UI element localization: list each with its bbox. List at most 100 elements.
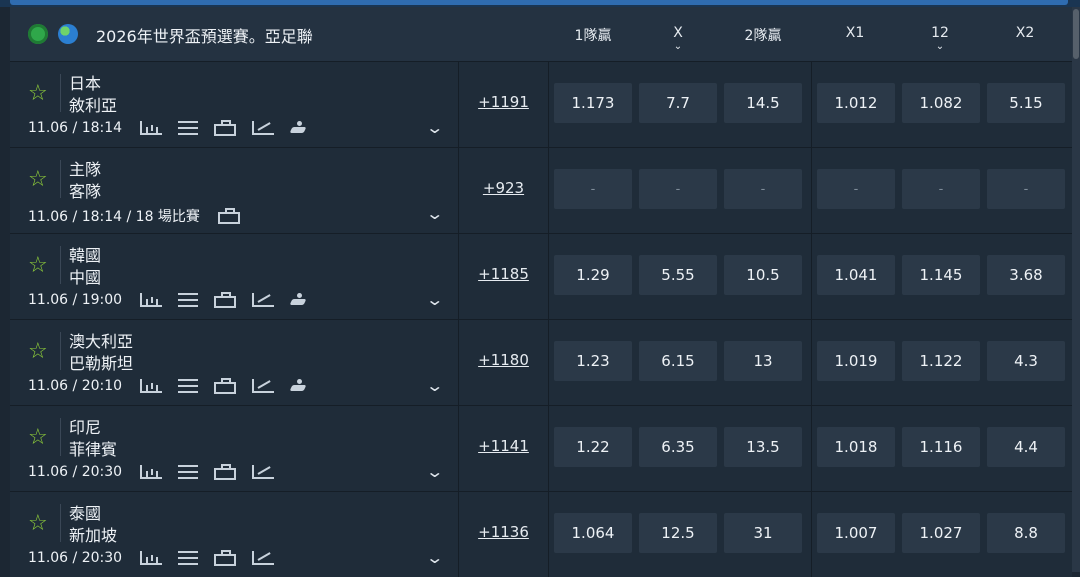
player-icon[interactable]	[290, 293, 306, 307]
match-row[interactable]: ☆ 主隊 客隊 11.06 / 18:14 / 18 場比賽 ⌄ +923 --…	[10, 147, 1072, 233]
col-home-win[interactable]: 1隊贏	[563, 25, 623, 45]
home-team[interactable]: 泰國	[69, 500, 101, 524]
trend-icon[interactable]	[252, 293, 275, 307]
odd-button[interactable]: 1.007	[817, 513, 895, 553]
odd-button[interactable]: 1.027	[902, 513, 980, 553]
away-team[interactable]: 中國	[69, 264, 101, 288]
odd-button[interactable]: 8.8	[987, 513, 1065, 553]
scrollbar[interactable]	[1072, 7, 1080, 572]
star-icon[interactable]: ☆	[28, 253, 48, 278]
more-markets-link[interactable]: +1136	[459, 523, 548, 541]
stats-icon[interactable]	[140, 465, 163, 479]
match-row[interactable]: ☆ 日本 敘利亞 11.06 / 18:14 ⌄ +1191 1.173 7.7 1…	[10, 61, 1072, 147]
list-icon[interactable]	[178, 379, 199, 393]
list-icon[interactable]	[178, 121, 199, 135]
odd-button[interactable]: 1.041	[817, 255, 895, 295]
more-markets-link[interactable]: +1185	[459, 265, 548, 283]
list-icon[interactable]	[178, 293, 199, 307]
odd-button[interactable]: 1.082	[902, 83, 980, 123]
odd-button[interactable]: 5.55	[639, 255, 717, 295]
odd-button[interactable]: -	[987, 169, 1065, 209]
home-team[interactable]: 日本	[69, 70, 101, 94]
odd-button[interactable]: 1.145	[902, 255, 980, 295]
trend-icon[interactable]	[252, 121, 275, 135]
chevron-down-icon[interactable]: ⌄	[425, 548, 444, 567]
trend-icon[interactable]	[252, 379, 275, 393]
trend-icon[interactable]	[252, 551, 275, 565]
star-icon[interactable]: ☆	[28, 167, 48, 192]
odd-button[interactable]: 1.22	[554, 427, 632, 467]
player-icon[interactable]	[290, 121, 306, 135]
more-markets-link[interactable]: +1180	[459, 351, 548, 369]
odd-button[interactable]: -	[902, 169, 980, 209]
odd-button[interactable]: -	[554, 169, 632, 209]
home-team[interactable]: 澳大利亞	[69, 328, 133, 352]
match-row[interactable]: ☆ 印尼 菲律賓 11.06 / 20:30 ⌄ +1141 1.22 6.35 1…	[10, 405, 1072, 491]
odd-button[interactable]: 1.064	[554, 513, 632, 553]
stats-icon[interactable]	[140, 551, 163, 565]
home-team[interactable]: 印尼	[69, 414, 101, 438]
away-team[interactable]: 菲律賓	[69, 436, 117, 460]
odd-button[interactable]: 13	[724, 341, 802, 381]
col-draw[interactable]: X ⌄	[648, 25, 708, 52]
star-icon[interactable]: ☆	[28, 425, 48, 450]
more-markets-link[interactable]: +1191	[459, 93, 548, 111]
odd-button[interactable]: 1.018	[817, 427, 895, 467]
odd-button[interactable]: 4.3	[987, 341, 1065, 381]
away-team[interactable]: 新加坡	[69, 522, 117, 546]
field-icon[interactable]	[214, 378, 237, 394]
odd-button[interactable]: -	[817, 169, 895, 209]
away-team[interactable]: 敘利亞	[69, 92, 117, 116]
odd-button[interactable]: 3.68	[987, 255, 1065, 295]
list-icon[interactable]	[178, 465, 199, 479]
chevron-down-icon[interactable]: ⌄	[425, 376, 444, 395]
home-team[interactable]: 韓國	[69, 242, 101, 266]
player-icon[interactable]	[290, 379, 306, 393]
odd-button[interactable]: 4.4	[987, 427, 1065, 467]
odd-button[interactable]: 7.7	[639, 83, 717, 123]
away-team[interactable]: 巴勒斯坦	[69, 350, 133, 374]
trend-icon[interactable]	[252, 465, 275, 479]
more-markets-link[interactable]: +1141	[459, 437, 548, 455]
odd-button[interactable]: 1.29	[554, 255, 632, 295]
away-team[interactable]: 客隊	[69, 178, 101, 202]
stats-icon[interactable]	[140, 121, 163, 135]
field-icon[interactable]	[214, 464, 237, 480]
field-icon[interactable]	[214, 120, 237, 136]
stats-icon[interactable]	[140, 379, 163, 393]
home-team[interactable]: 主隊	[69, 156, 101, 180]
stats-icon[interactable]	[140, 293, 163, 307]
field-icon[interactable]	[214, 550, 237, 566]
odd-button[interactable]: 1.173	[554, 83, 632, 123]
scrollbar-thumb[interactable]	[1073, 9, 1079, 59]
odd-button[interactable]: 5.15	[987, 83, 1065, 123]
odd-button[interactable]: 10.5	[724, 255, 802, 295]
odd-button[interactable]: 12.5	[639, 513, 717, 553]
odd-button[interactable]: 31	[724, 513, 802, 553]
star-icon[interactable]: ☆	[28, 81, 48, 106]
match-row[interactable]: ☆ 韓國 中國 11.06 / 19:00 ⌄ +1185 1.29 5.55 10…	[10, 233, 1072, 319]
chevron-down-icon[interactable]: ⌄	[425, 462, 444, 481]
col-12[interactable]: 12 ⌄	[910, 25, 970, 52]
star-icon[interactable]: ☆	[28, 511, 48, 536]
odd-button[interactable]: 1.122	[902, 341, 980, 381]
odd-button[interactable]: 14.5	[724, 83, 802, 123]
match-row[interactable]: ☆ 泰國 新加坡 11.06 / 20:30 ⌄ +1136 1.064 12.5…	[10, 491, 1072, 577]
field-icon[interactable]	[217, 208, 240, 224]
chevron-down-icon[interactable]: ⌄	[425, 290, 444, 309]
field-icon[interactable]	[214, 292, 237, 308]
list-icon[interactable]	[178, 551, 199, 565]
star-icon[interactable]: ☆	[28, 339, 48, 364]
col-x2[interactable]: X2	[995, 25, 1055, 41]
odd-button[interactable]: 1.019	[817, 341, 895, 381]
odd-button[interactable]: 1.23	[554, 341, 632, 381]
odd-button[interactable]: 6.35	[639, 427, 717, 467]
odd-button[interactable]: 1.116	[902, 427, 980, 467]
odd-button[interactable]: 13.5	[724, 427, 802, 467]
more-markets-link[interactable]: +923	[459, 179, 548, 197]
odd-button[interactable]: 1.012	[817, 83, 895, 123]
match-row[interactable]: ☆ 澳大利亞 巴勒斯坦 11.06 / 20:10 ⌄ +1180 1.23 6.…	[10, 319, 1072, 405]
odd-button[interactable]: -	[639, 169, 717, 209]
chevron-down-icon[interactable]: ⌄	[425, 118, 444, 137]
col-x1[interactable]: X1	[825, 25, 885, 41]
